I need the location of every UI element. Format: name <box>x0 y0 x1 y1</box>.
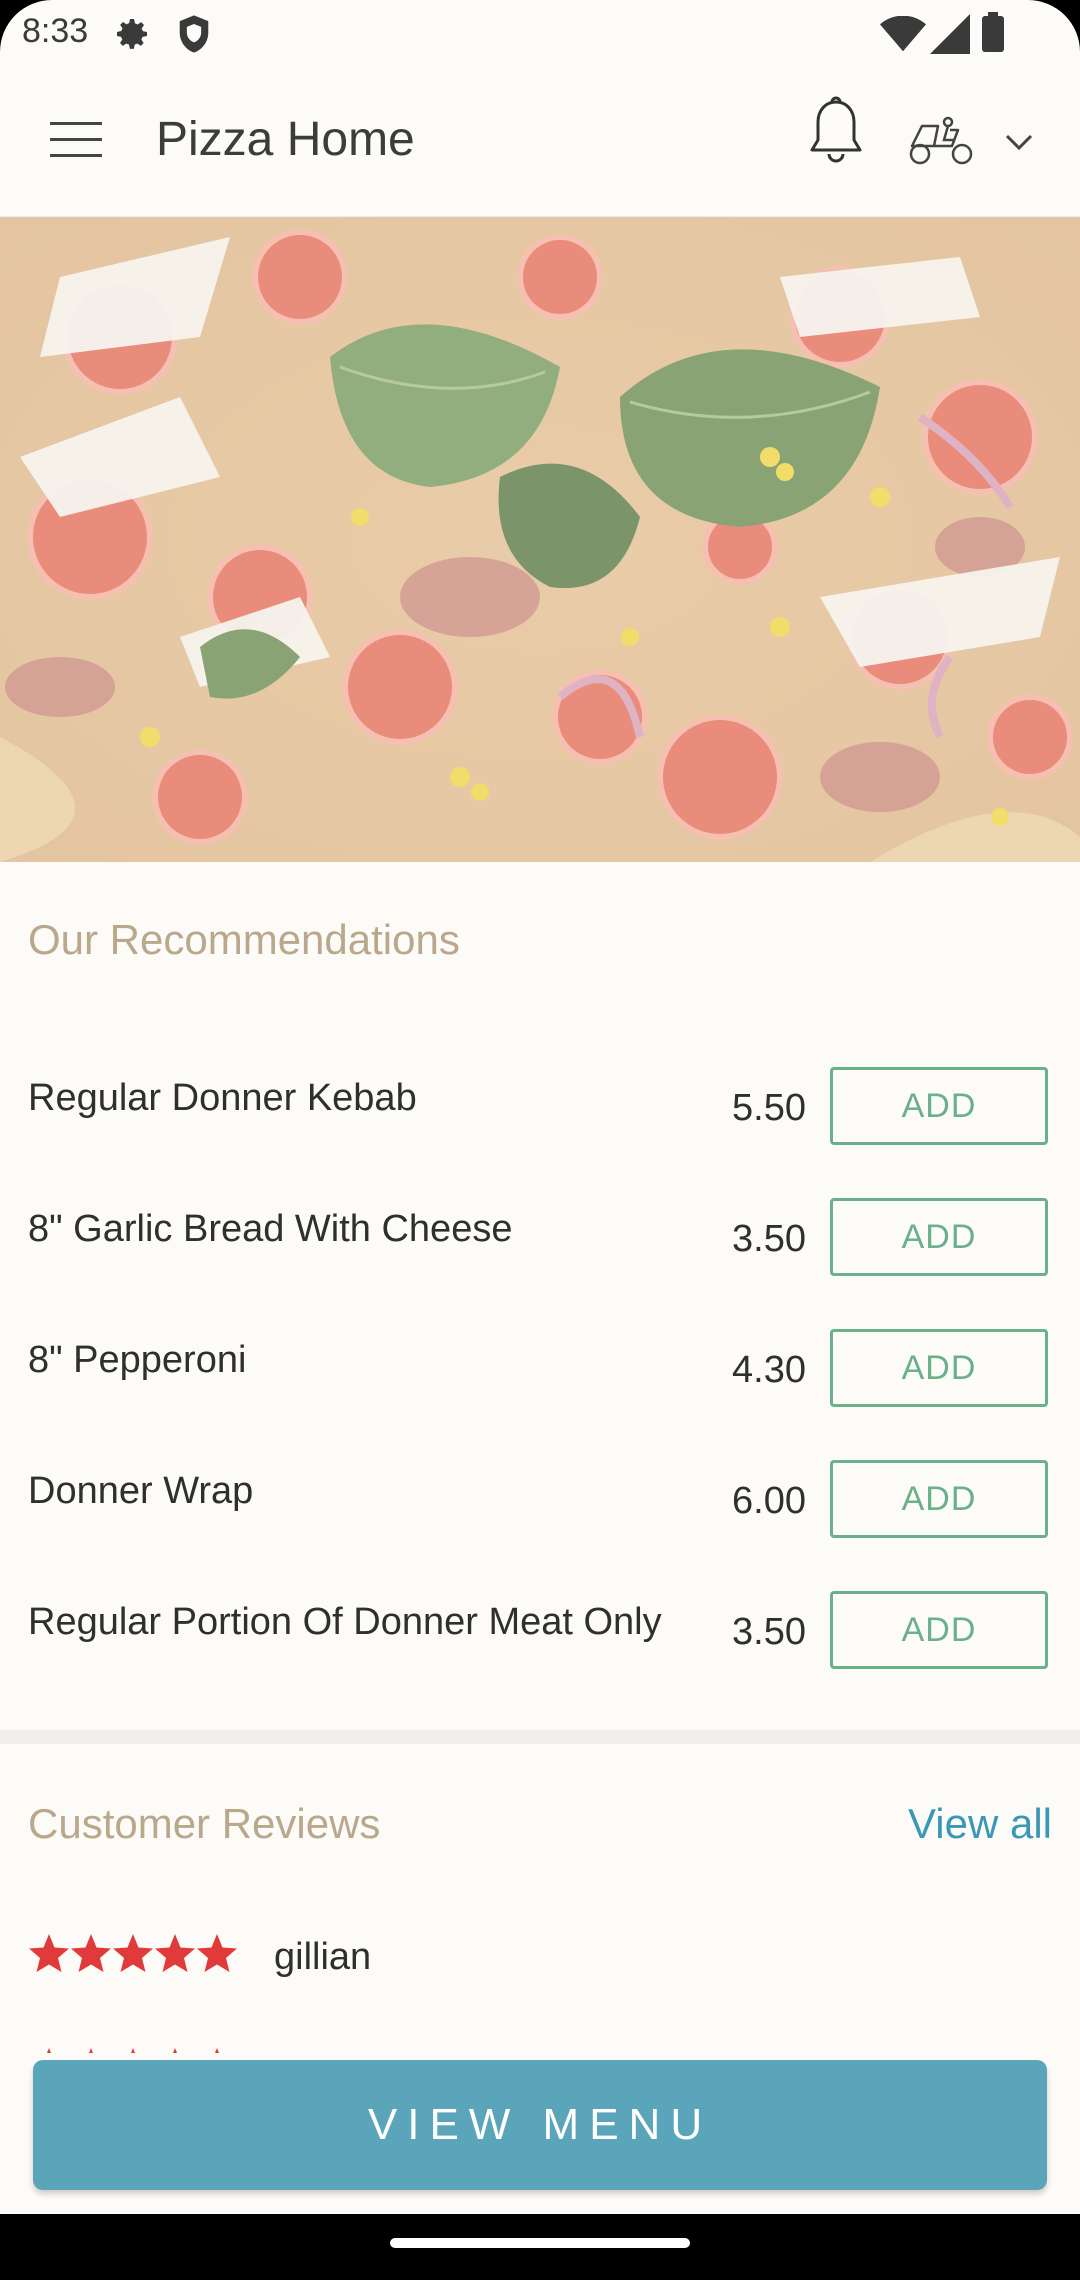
status-time: 8:33 <box>22 12 89 50</box>
home-indicator[interactable] <box>390 2238 690 2248</box>
menu-icon[interactable] <box>48 118 104 162</box>
add-button[interactable]: ADD <box>830 1067 1048 1145</box>
delivery-scooter-icon[interactable] <box>908 116 974 166</box>
app-bar: Pizza Home <box>0 68 1080 219</box>
list-item: 8" Pepperoni 4.30 ADD <box>0 1329 1080 1429</box>
star-icon <box>89 2048 93 2053</box>
hero-pizza-image <box>0 217 1080 862</box>
status-bar: 8:33 <box>0 0 1080 68</box>
recommendations-section: Our Recommendations Regular Donner Kebab… <box>0 862 1080 1730</box>
section-divider <box>0 1730 1080 1744</box>
view-all-link[interactable]: View all <box>908 1800 1052 1848</box>
star-icon <box>173 2048 177 2053</box>
star-icon <box>71 1934 111 1972</box>
page-title: Pizza Home <box>156 113 415 166</box>
item-name: Donner Wrap <box>28 1470 254 1512</box>
chevron-down-icon[interactable] <box>1004 132 1034 152</box>
reviewer-name: gillian <box>274 1936 372 1978</box>
review-item: gillian <box>28 1930 1028 1990</box>
star-icon <box>215 2048 219 2053</box>
item-price: 6.00 <box>732 1480 806 1522</box>
star-rating-partial <box>47 2048 219 2053</box>
list-item: Donner Wrap 6.00 ADD <box>0 1460 1080 1560</box>
item-name: 8" Pepperoni <box>28 1339 247 1381</box>
item-name: Regular Portion Of Donner Meat Only <box>28 1601 662 1643</box>
star-icon <box>113 1934 153 1972</box>
add-button[interactable]: ADD <box>830 1198 1048 1276</box>
item-price: 3.50 <box>732 1611 806 1653</box>
list-item: Regular Portion Of Donner Meat Only 3.50… <box>0 1591 1080 1691</box>
add-button[interactable]: ADD <box>830 1591 1048 1669</box>
item-name: 8" Garlic Bread With Cheese <box>28 1208 513 1250</box>
star-icon <box>47 2048 51 2053</box>
star-icon <box>197 1934 237 1972</box>
shield-icon <box>179 15 209 53</box>
list-item: Regular Donner Kebab 5.50 ADD <box>0 1067 1080 1167</box>
recommendations-heading: Our Recommendations <box>28 916 460 963</box>
bell-icon[interactable] <box>806 96 866 168</box>
list-item: 8" Garlic Bread With Cheese 3.50 ADD <box>0 1198 1080 1298</box>
reviews-heading: Customer Reviews <box>28 1800 381 1847</box>
star-rating <box>29 1934 237 1972</box>
gear-icon <box>117 19 147 49</box>
app-screen: 8:33 Pizza Home Our Recommendations Regu… <box>0 0 1080 2214</box>
view-menu-button[interactable]: VIEW MENU <box>33 2060 1047 2190</box>
add-button[interactable]: ADD <box>830 1460 1048 1538</box>
battery-icon <box>982 12 1004 52</box>
item-name: Regular Donner Kebab <box>28 1077 417 1119</box>
item-price: 3.50 <box>732 1218 806 1260</box>
star-icon <box>155 1934 195 1972</box>
item-price: 5.50 <box>732 1087 806 1129</box>
reviews-section: Customer Reviews View all gillian <box>0 1744 1080 2064</box>
signal-icon <box>930 14 970 54</box>
star-icon <box>29 1934 69 1972</box>
item-price: 4.30 <box>732 1349 806 1391</box>
star-icon <box>131 2048 135 2053</box>
wifi-icon <box>880 16 926 52</box>
add-button[interactable]: ADD <box>830 1329 1048 1407</box>
